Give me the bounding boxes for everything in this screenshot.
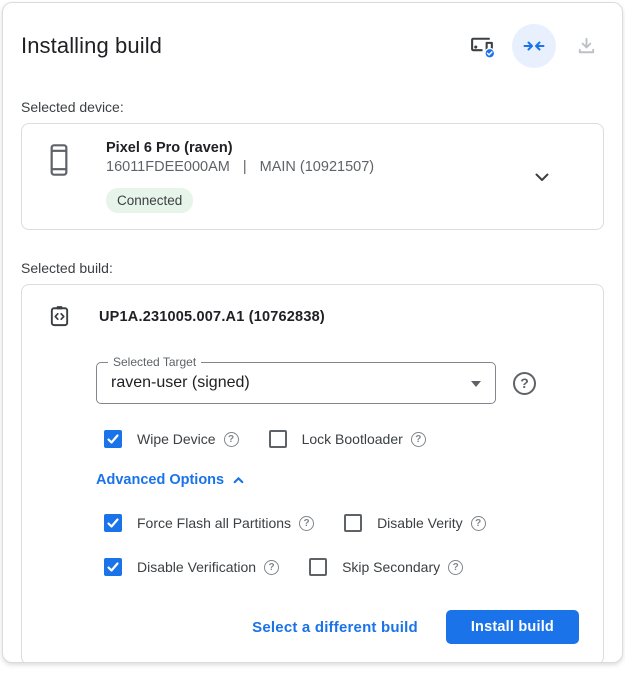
header-toolbar bbox=[464, 24, 604, 68]
download-build-button[interactable] bbox=[568, 28, 604, 64]
help-icon[interactable] bbox=[411, 432, 426, 447]
device-separator: | bbox=[243, 159, 247, 175]
target-select[interactable]: Selected Target raven-user (signed) bbox=[96, 362, 496, 404]
options-row-advanced-1: Force Flash all Partitions Disable Verit… bbox=[104, 514, 579, 532]
target-select-row: Selected Target raven-user (signed) bbox=[96, 362, 579, 404]
build-card: UP1A.231005.007.A1 (10762838) Selected T… bbox=[21, 284, 604, 663]
device-branch: MAIN (10921507) bbox=[260, 159, 374, 175]
options-row-advanced-2: Disable Verification Skip Secondary bbox=[104, 558, 579, 576]
option-disable-verity: Disable Verity bbox=[344, 514, 486, 532]
devices-icon bbox=[469, 33, 496, 59]
device-status-icon[interactable] bbox=[464, 28, 500, 64]
chevron-down-icon bbox=[530, 165, 554, 189]
option-skip-secondary: Skip Secondary bbox=[309, 558, 463, 576]
checkbox-label: Force Flash all Partitions bbox=[137, 515, 291, 531]
disable-verity-checkbox[interactable] bbox=[344, 514, 362, 532]
install-build-button[interactable]: Install build bbox=[446, 610, 579, 644]
smartphone-icon bbox=[48, 143, 70, 177]
force-flash-checkbox[interactable] bbox=[104, 514, 122, 532]
device-card: Pixel 6 Pro (raven) 16011FDEE000AM | MAIN … bbox=[21, 123, 604, 230]
help-icon[interactable] bbox=[448, 560, 463, 575]
checkbox-label: Disable Verification bbox=[137, 559, 256, 575]
help-icon[interactable] bbox=[299, 516, 314, 531]
build-body: Selected Target raven-user (signed) Wipe… bbox=[96, 362, 579, 644]
advanced-options-label: Advanced Options bbox=[96, 472, 224, 488]
wipe-device-checkbox[interactable] bbox=[104, 430, 122, 448]
dialog-header: Installing build bbox=[21, 23, 604, 69]
target-select-value: raven-user (signed) bbox=[97, 363, 495, 403]
check-icon bbox=[106, 516, 120, 530]
build-header: UP1A.231005.007.A1 (10762838) bbox=[48, 305, 579, 328]
device-serial: 16011FDEE000AM bbox=[106, 159, 230, 175]
option-wipe-device: Wipe Device bbox=[104, 430, 239, 448]
checkbox-label: Skip Secondary bbox=[342, 559, 440, 575]
option-force-flash: Force Flash all Partitions bbox=[104, 514, 314, 532]
build-code-icon bbox=[48, 305, 71, 328]
download-icon bbox=[575, 35, 598, 58]
page-title: Installing build bbox=[21, 33, 162, 59]
dropdown-arrow-icon bbox=[471, 381, 481, 387]
status-badge: Connected bbox=[106, 188, 193, 213]
option-disable-verification: Disable Verification bbox=[104, 558, 279, 576]
disable-verification-checkbox[interactable] bbox=[104, 558, 122, 576]
device-info: Pixel 6 Pro (raven) 16011FDEE000AM | MAIN … bbox=[106, 140, 374, 213]
connect-device-button[interactable] bbox=[512, 24, 556, 68]
build-name: UP1A.231005.007.A1 (10762838) bbox=[99, 309, 325, 325]
select-different-build-link[interactable]: Select a different build bbox=[252, 619, 418, 636]
device-summary: Pixel 6 Pro (raven) 16011FDEE000AM | MAIN … bbox=[46, 140, 529, 213]
chevron-up-icon bbox=[232, 474, 245, 487]
lock-bootloader-checkbox[interactable] bbox=[269, 430, 287, 448]
options-row-main: Wipe Device Lock Bootloader bbox=[104, 430, 579, 448]
device-name: Pixel 6 Pro (raven) bbox=[106, 140, 374, 156]
advanced-options-toggle[interactable]: Advanced Options bbox=[96, 472, 245, 488]
target-help-icon[interactable] bbox=[513, 372, 536, 395]
target-select-label: Selected Target bbox=[108, 355, 201, 369]
skip-secondary-checkbox[interactable] bbox=[309, 558, 327, 576]
selected-device-label: Selected device: bbox=[21, 99, 604, 115]
option-lock-bootloader: Lock Bootloader bbox=[269, 430, 426, 448]
actions-row: Select a different build Install build bbox=[96, 610, 579, 644]
connect-arrows-icon bbox=[522, 34, 546, 58]
selected-build-label: Selected build: bbox=[21, 260, 604, 276]
installing-build-dialog: Installing build bbox=[2, 2, 623, 663]
help-icon[interactable] bbox=[224, 432, 239, 447]
device-details: 16011FDEE000AM | MAIN (10921507) bbox=[106, 159, 374, 175]
check-icon bbox=[106, 560, 120, 574]
checkbox-label: Lock Bootloader bbox=[302, 431, 403, 447]
check-icon bbox=[106, 432, 120, 446]
help-icon[interactable] bbox=[264, 560, 279, 575]
device-expand-button[interactable] bbox=[529, 164, 555, 190]
help-icon[interactable] bbox=[471, 516, 486, 531]
checkbox-label: Wipe Device bbox=[137, 431, 216, 447]
checkbox-label: Disable Verity bbox=[377, 515, 463, 531]
